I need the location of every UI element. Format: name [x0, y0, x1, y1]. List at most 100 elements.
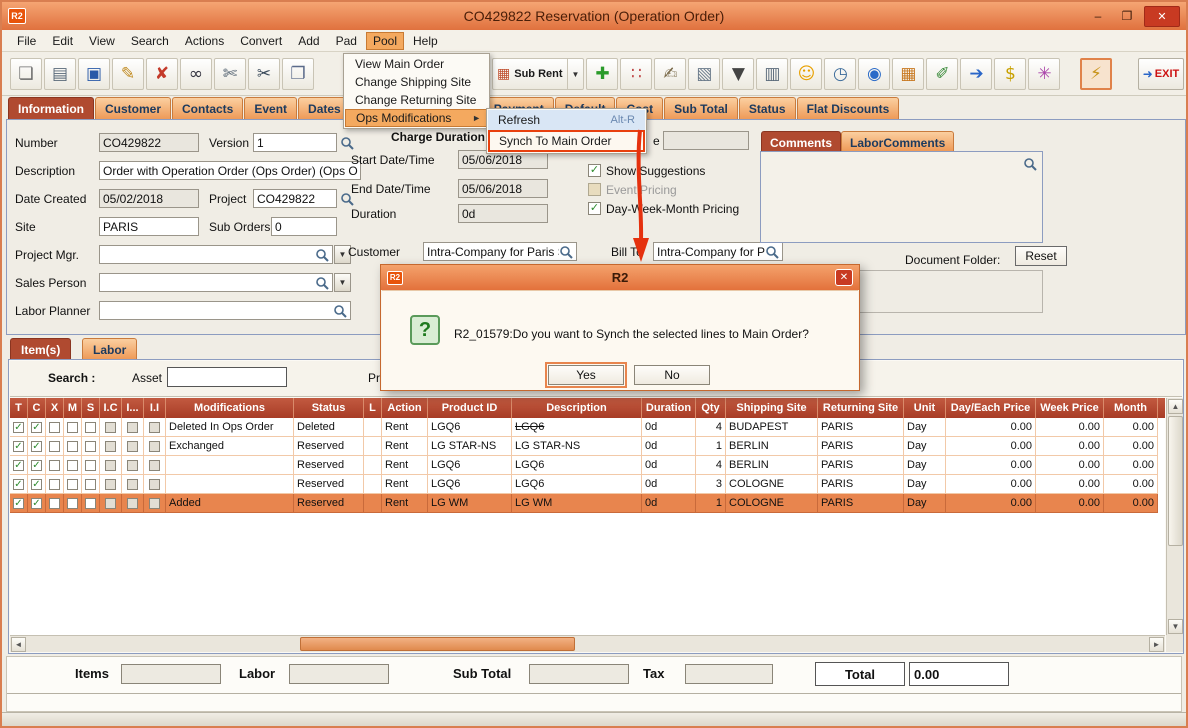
row-checkbox[interactable]: ✓: [31, 422, 42, 433]
end-date-field[interactable]: 05/06/2018: [458, 179, 548, 198]
column-header-unit[interactable]: Unit: [904, 398, 946, 418]
row-checkbox[interactable]: [149, 441, 160, 452]
menu-help[interactable]: Help: [406, 32, 445, 50]
find-binoculars-button[interactable]: ∞: [180, 58, 212, 90]
comments-box[interactable]: [760, 151, 1043, 243]
scroll-down-icon[interactable]: ▼: [1168, 619, 1183, 634]
export-arrow-button[interactable]: ➔: [960, 58, 992, 90]
add-item-button[interactable]: ✚: [586, 58, 618, 90]
row-checkbox[interactable]: ✓: [13, 498, 24, 509]
row-checkbox[interactable]: [49, 441, 60, 452]
stack-dropdown-button[interactable]: ▼: [722, 58, 754, 90]
row-checkbox[interactable]: ✓: [31, 441, 42, 452]
menu-actions[interactable]: Actions: [178, 32, 231, 50]
sub-orders-field[interactable]: 0: [271, 217, 337, 236]
sales-person-dropdown-icon[interactable]: ▼: [334, 273, 351, 292]
row-checkbox[interactable]: [85, 498, 96, 509]
row-checkbox[interactable]: [49, 479, 60, 490]
tab-labor[interactable]: Labor: [82, 338, 137, 359]
truncated-field[interactable]: [663, 131, 749, 150]
column-header-product-id[interactable]: Product ID: [428, 398, 512, 418]
dialog-title-bar[interactable]: R2 R2 ✕: [381, 265, 859, 290]
row-checkbox[interactable]: [149, 479, 160, 490]
tab-information[interactable]: Information: [8, 97, 94, 119]
search-input[interactable]: [167, 367, 287, 387]
horizontal-scrollbar[interactable]: ◄ ►: [10, 635, 1165, 652]
row-checkbox[interactable]: [127, 498, 138, 509]
menu-convert[interactable]: Convert: [233, 32, 289, 50]
menu-edit[interactable]: Edit: [45, 32, 80, 50]
menu-item-change-returning-site[interactable]: Change Returning Site: [345, 91, 488, 109]
new-document-button[interactable]: ❏: [10, 58, 42, 90]
menu-pad[interactable]: Pad: [329, 32, 364, 50]
maximize-button[interactable]: ❐: [1115, 7, 1139, 25]
title-bar[interactable]: R2 CO429822 Reservation (Operation Order…: [2, 2, 1186, 30]
row-checkbox[interactable]: [105, 460, 116, 471]
menu-view[interactable]: View: [82, 32, 122, 50]
column-header-i-[interactable]: I...: [122, 398, 144, 418]
row-checkbox[interactable]: [67, 460, 78, 471]
reset-button[interactable]: Reset: [1015, 246, 1067, 266]
menu-item-view-main-order[interactable]: View Main Order: [345, 55, 488, 73]
table-row[interactable]: ✓✓ReservedRentLGQ6LGQ60d3COLOGNEPARISDay…: [10, 475, 1165, 494]
row-checkbox[interactable]: [127, 460, 138, 471]
wand-button[interactable]: ⚡: [1080, 58, 1112, 90]
copy-button[interactable]: ❐: [282, 58, 314, 90]
row-checkbox[interactable]: [105, 498, 116, 509]
vertical-scrollbar[interactable]: ▲ ▼: [1166, 398, 1183, 635]
tab-event[interactable]: Event: [244, 97, 297, 119]
column-header-i-i[interactable]: I.I: [144, 398, 166, 418]
row-checkbox[interactable]: [49, 422, 60, 433]
row-checkbox[interactable]: [67, 498, 78, 509]
tab-status[interactable]: Status: [739, 97, 796, 119]
row-checkbox[interactable]: [67, 422, 78, 433]
labor-planner-field[interactable]: [99, 301, 351, 320]
date-created-field[interactable]: 05/02/2018: [99, 189, 199, 208]
scroll-right-icon[interactable]: ►: [1149, 637, 1164, 652]
row-checkbox[interactable]: [105, 441, 116, 452]
clock-button[interactable]: ◷: [824, 58, 856, 90]
number-field[interactable]: CO429822: [99, 133, 199, 152]
column-header-t[interactable]: T: [10, 398, 28, 418]
column-header-qty[interactable]: Qty: [696, 398, 726, 418]
close-button[interactable]: ✕: [1144, 6, 1180, 27]
show-suggestions-checkbox[interactable]: ✓: [588, 164, 601, 177]
cube-button[interactable]: ▦: [892, 58, 924, 90]
project-field[interactable]: CO429822: [253, 189, 337, 208]
smiley-button[interactable]: ☺: [790, 58, 822, 90]
row-checkbox[interactable]: [149, 498, 160, 509]
save-button[interactable]: ▣: [78, 58, 110, 90]
balls-button[interactable]: ✳: [1028, 58, 1060, 90]
row-checkbox[interactable]: [85, 479, 96, 490]
row-checkbox[interactable]: [149, 460, 160, 471]
minimize-button[interactable]: –: [1086, 7, 1110, 25]
row-checkbox[interactable]: ✓: [13, 422, 24, 433]
print-add-button[interactable]: ▥: [756, 58, 788, 90]
customer-field[interactable]: Intra-Company for Paris Sh: [423, 242, 577, 261]
table-row[interactable]: ✓✓ReservedRentLGQ6LGQ60d4BERLINPARISDay0…: [10, 456, 1165, 475]
row-checkbox[interactable]: [85, 460, 96, 471]
tab-sub-total[interactable]: Sub Total: [664, 97, 738, 119]
row-checkbox[interactable]: [49, 460, 60, 471]
menu-pool[interactable]: Pool: [366, 32, 404, 50]
row-checkbox[interactable]: ✓: [31, 479, 42, 490]
dialog-close-icon[interactable]: ✕: [835, 269, 853, 286]
tab-labor-comments[interactable]: LaborComments: [841, 131, 954, 151]
row-checkbox[interactable]: [127, 479, 138, 490]
scroll-left-icon[interactable]: ◄: [11, 637, 26, 652]
sub-rent-button[interactable]: ▦ Sub Rent ▼: [492, 58, 584, 90]
column-header-day-each-price[interactable]: Day/Each Price: [946, 398, 1036, 418]
cards-stack-button[interactable]: ▧: [688, 58, 720, 90]
column-header-c[interactable]: C: [28, 398, 46, 418]
column-header-modifications[interactable]: Modifications: [166, 398, 294, 418]
tab-comments[interactable]: Comments: [761, 131, 841, 151]
yes-button[interactable]: Yes: [548, 365, 624, 385]
groups-button[interactable]: ∷: [620, 58, 652, 90]
row-checkbox[interactable]: [85, 441, 96, 452]
table-row[interactable]: ✓✓AddedReservedRentLG WMLG WM0d1COLOGNEP…: [10, 494, 1165, 513]
table-row[interactable]: ✓✓ExchangedReservedRentLG STAR-NSLG STAR…: [10, 437, 1165, 456]
scissors-button[interactable]: ✂: [248, 58, 280, 90]
column-header-description[interactable]: Description: [512, 398, 642, 418]
row-checkbox[interactable]: [127, 422, 138, 433]
no-button[interactable]: No: [634, 365, 710, 385]
